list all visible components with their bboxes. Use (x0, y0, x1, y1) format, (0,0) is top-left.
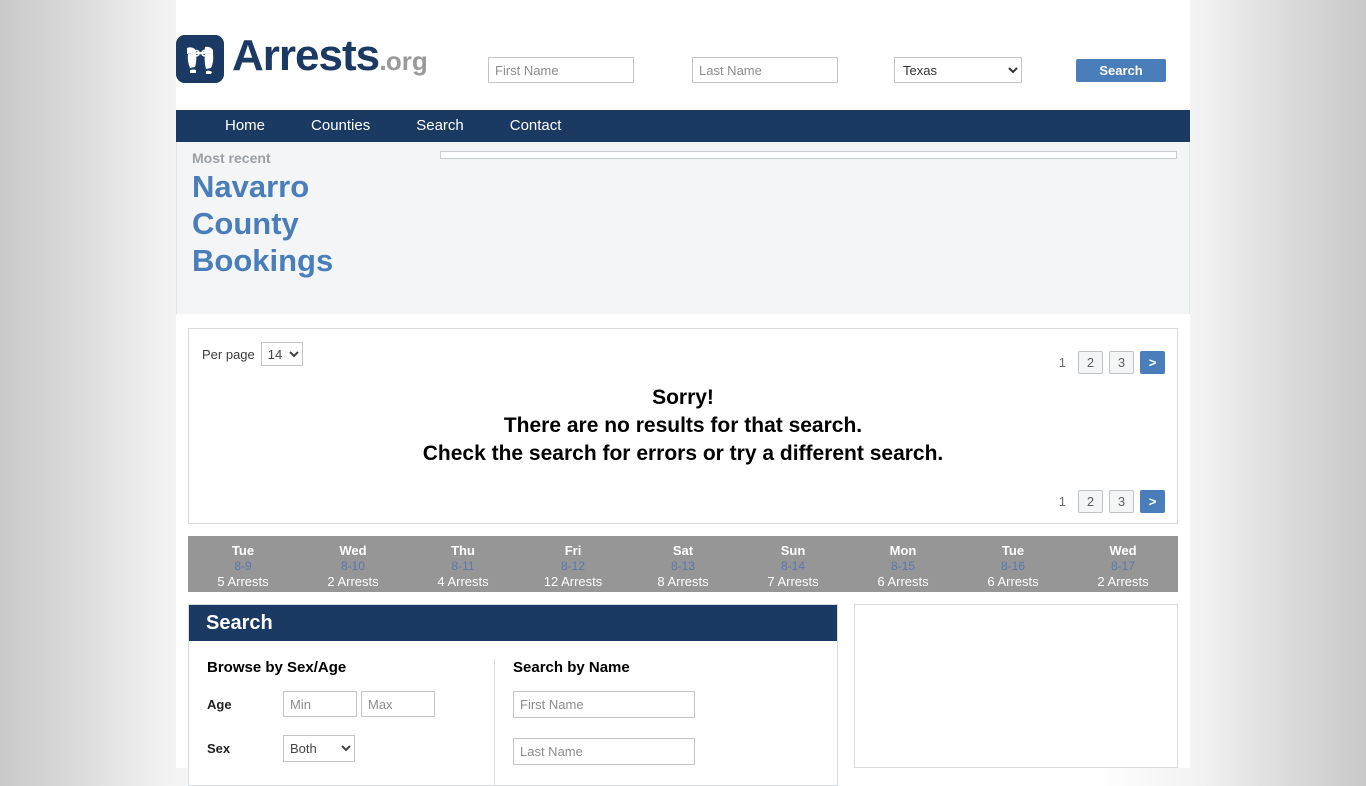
day-count: 7 Arrests (767, 574, 819, 589)
page-container: Arrests.org Texas Search Home Counties S… (176, 0, 1190, 786)
search-by-name-heading: Search by Name (513, 659, 630, 676)
day-date: 8-13 (670, 559, 696, 573)
pagination-top: 1 2 3 > (1053, 351, 1165, 374)
day-name: Sat (672, 543, 694, 558)
search-panel-title: Search (206, 611, 273, 634)
pagination-page-3[interactable]: 3 (1109, 351, 1134, 374)
day-cell[interactable]: Fri 8-12 12 Arrests (518, 536, 628, 592)
browse-by-sex-age-column: Browse by Sex/Age Age Sex Both (189, 659, 494, 785)
search-panel-body: Browse by Sex/Age Age Sex Both Search by… (189, 641, 837, 785)
age-field-row: Age (207, 691, 494, 717)
day-date: 8-11 (451, 559, 475, 573)
empty-line-1: Sorry! (652, 386, 714, 409)
search-panel-header: Search (189, 605, 837, 641)
header-last-name-input[interactable] (692, 57, 838, 83)
day-cell[interactable]: Wed 8-17 2 Arrests (1068, 536, 1178, 592)
brand-name: Arrests (232, 31, 380, 80)
day-count: 5 Arrests (217, 574, 269, 589)
age-label: Age (207, 696, 232, 712)
pagination-page-2[interactable]: 2 (1078, 490, 1103, 513)
day-date: 8-12 (560, 559, 586, 573)
day-count: 8 Arrests (657, 574, 709, 589)
per-page-control: Per page 14 (202, 342, 303, 366)
day-count: 2 Arrests (327, 574, 379, 589)
sex-label: Sex (207, 741, 231, 756)
pagination-next-button[interactable]: > (1140, 351, 1165, 374)
day-date: 8-14 (780, 559, 806, 573)
day-date: 8-9 (234, 559, 252, 573)
pagination-bottom: 1 2 3 > (1053, 490, 1165, 513)
header-search-button[interactable]: Search (1076, 59, 1166, 82)
day-count: 12 Arrests (543, 574, 603, 589)
day-date: 8-10 (340, 559, 366, 573)
day-cell[interactable]: Thu 8-11 4 Arrests (408, 536, 518, 592)
day-date: 8-16 (1000, 559, 1026, 573)
brand-wordmark: Arrests.org (232, 32, 428, 85)
age-min-input[interactable] (283, 691, 357, 717)
browse-by-sex-age-heading: Browse by Sex/Age (207, 659, 347, 676)
site-header: Arrests.org Texas Search (176, 0, 1190, 110)
search-panel: Search Browse by Sex/Age Age Sex Both (188, 604, 838, 786)
day-cell[interactable]: Sun 8-14 7 Arrests (738, 536, 848, 592)
day-count: 4 Arrests (437, 574, 489, 589)
day-name: Wed (1109, 543, 1137, 558)
main-navigation: Home Counties Search Contact (176, 110, 1190, 142)
hero-eyebrow: Most recent (192, 150, 271, 166)
day-cell[interactable]: Wed 8-10 2 Arrests (298, 536, 408, 592)
header-first-name-input[interactable] (488, 57, 634, 83)
pagination-current-page: 1 (1058, 355, 1066, 370)
per-page-select[interactable]: 14 (260, 342, 303, 366)
pagination-current-page: 1 (1058, 494, 1066, 509)
day-name: Thu (451, 543, 475, 558)
sex-select[interactable]: Both (283, 735, 355, 762)
brand-logo[interactable]: Arrests.org (176, 32, 428, 85)
day-summary-strip: Tue 8-9 5 Arrests Wed 8-10 2 Arrests Thu… (188, 536, 1178, 592)
day-name: Tue (231, 543, 255, 558)
day-cell[interactable]: Tue 8-16 6 Arrests (958, 536, 1068, 592)
pagination-page-2[interactable]: 2 (1078, 351, 1103, 374)
day-cell[interactable]: Sat 8-13 8 Arrests (628, 536, 738, 592)
per-page-label: Per page (202, 346, 255, 362)
panel-last-name-input[interactable] (513, 738, 695, 765)
pagination-page-3[interactable]: 3 (1109, 490, 1134, 513)
sex-field-row: Sex Both (207, 735, 494, 762)
search-by-name-column: Search by Name (494, 659, 824, 785)
nav-item-home[interactable]: Home (202, 110, 288, 142)
panel-first-name-input[interactable] (513, 691, 695, 718)
pagination-next-button[interactable]: > (1140, 490, 1165, 513)
handcuffs-icon (176, 34, 224, 83)
hero-section: Most recent Navarro County Bookings (176, 142, 1190, 314)
day-cell[interactable]: Tue 8-9 5 Arrests (188, 536, 298, 592)
brand-dot: . (379, 45, 387, 76)
empty-line-3: Check the search for errors or try a dif… (422, 442, 944, 465)
day-count: 2 Arrests (1097, 574, 1149, 589)
day-name: Tue (1001, 543, 1025, 558)
day-name: Mon (889, 543, 917, 558)
sidebar-ad-placeholder (854, 604, 1178, 768)
day-name: Wed (339, 543, 367, 558)
ad-placeholder-top (440, 151, 1177, 159)
day-name: Sun (780, 543, 806, 558)
results-card: Per page 14 1 2 3 > Sorry! There are no … (188, 328, 1178, 524)
day-name: Fri (564, 543, 582, 558)
day-count: 6 Arrests (877, 574, 929, 589)
empty-line-2: There are no results for that search. (503, 414, 863, 437)
nav-item-counties[interactable]: Counties (288, 110, 393, 142)
day-date: 8-15 (890, 559, 916, 573)
page-title: Navarro County Bookings (192, 169, 334, 278)
day-count: 6 Arrests (987, 574, 1039, 589)
day-cell[interactable]: Mon 8-15 6 Arrests (848, 536, 958, 592)
nav-item-search[interactable]: Search (393, 110, 487, 142)
nav-item-contact[interactable]: Contact (487, 110, 585, 142)
brand-tld: org (385, 46, 428, 76)
header-state-select[interactable]: Texas (894, 57, 1022, 83)
age-max-input[interactable] (361, 691, 435, 717)
empty-results-message: Sorry! There are no results for that sea… (189, 384, 1177, 468)
day-date: 8-17 (1110, 559, 1136, 573)
